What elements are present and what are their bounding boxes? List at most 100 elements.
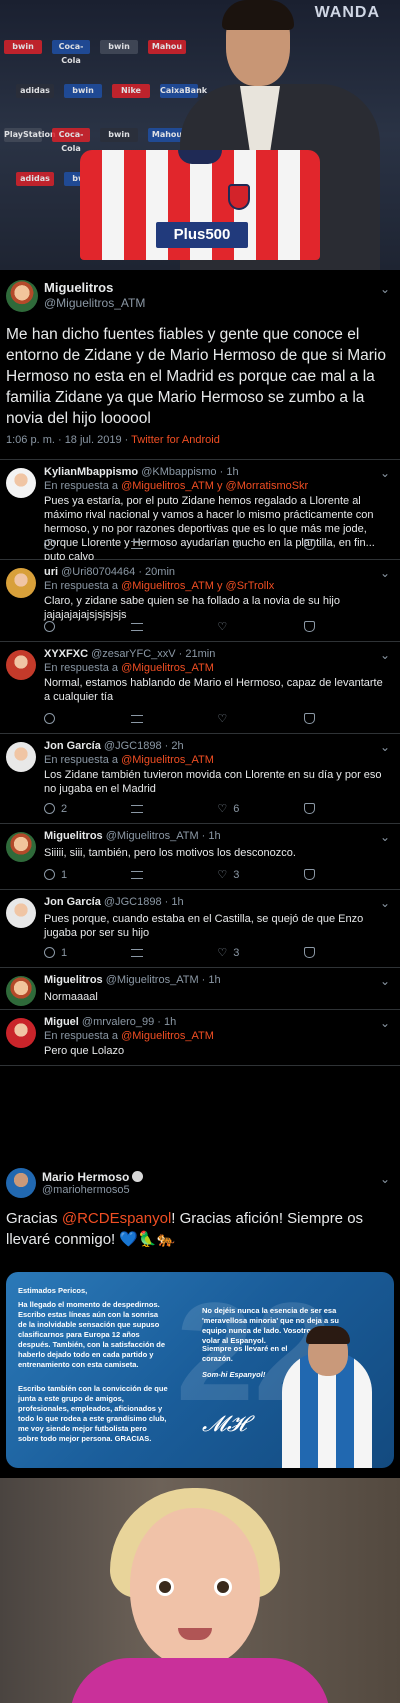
like-button[interactable]: ♡ bbox=[217, 620, 247, 633]
retweet-button[interactable] bbox=[130, 868, 161, 881]
chevron-down-icon[interactable]: ⌄ bbox=[380, 896, 390, 910]
reply-button[interactable] bbox=[44, 620, 74, 633]
share-button[interactable] bbox=[303, 538, 334, 551]
chevron-down-icon[interactable]: ⌄ bbox=[380, 566, 390, 580]
share-button[interactable] bbox=[303, 868, 334, 881]
author-handle[interactable]: @Uri80704464 · 20min bbox=[61, 566, 175, 578]
reply-tweet[interactable]: Miguel @mrvalero_99 · 1h ⌄ En respuesta a… bbox=[0, 1010, 400, 1066]
letter-paragraph: Siempre os llevaré en el corazón. bbox=[202, 1344, 288, 1363]
avatar[interactable] bbox=[6, 898, 36, 928]
share-button[interactable] bbox=[303, 620, 334, 633]
reply-text: Pero que Lolazo bbox=[44, 1045, 125, 1057]
reply-to-label: En respuesta a bbox=[44, 1030, 122, 1042]
mention-link[interactable]: @RCDEspanyol bbox=[62, 1210, 171, 1227]
author-name[interactable]: uri bbox=[44, 566, 58, 578]
share-button[interactable] bbox=[303, 946, 334, 959]
avatar[interactable] bbox=[6, 650, 36, 680]
chevron-down-icon[interactable]: ⌄ bbox=[380, 466, 390, 480]
retweet-button[interactable] bbox=[130, 946, 161, 959]
like-button[interactable]: ♡ 3 bbox=[217, 538, 247, 552]
like-button[interactable]: ♡ 6 bbox=[217, 802, 247, 816]
author-handle[interactable]: @JGC1898 · 1h bbox=[104, 896, 184, 908]
avatar[interactable] bbox=[6, 742, 36, 772]
share-icon bbox=[303, 947, 315, 958]
author-handle[interactable]: @mariohermoso5 bbox=[42, 1184, 130, 1196]
mention-link[interactable]: @Miguelitros_ATM y @SrTrollx bbox=[121, 580, 274, 592]
reply-to-label: En respuesta a bbox=[44, 480, 122, 492]
author-handle[interactable]: @Miguelitros_ATM · 1h bbox=[106, 830, 221, 842]
chevron-down-icon[interactable]: ⌄ bbox=[380, 282, 390, 296]
like-count: 6 bbox=[233, 802, 240, 815]
author-name[interactable]: XYXFXC bbox=[44, 648, 88, 660]
tweet-actions: ♡ bbox=[44, 712, 334, 725]
reply-tweet[interactable]: uri @Uri80704464 · 20min ⌄ En respuesta a… bbox=[0, 560, 400, 642]
reply-icon bbox=[44, 713, 55, 724]
retweet-button[interactable] bbox=[130, 620, 161, 633]
author-name[interactable]: KylianMbappismo bbox=[44, 466, 138, 478]
chevron-down-icon[interactable]: ⌄ bbox=[380, 740, 390, 754]
chevron-down-icon[interactable]: ⌄ bbox=[380, 1172, 390, 1186]
retweet-button[interactable] bbox=[130, 802, 161, 815]
author-name[interactable]: Miguel bbox=[44, 1016, 79, 1028]
author-handle[interactable]: @Miguelitros_ATM · 1h bbox=[106, 974, 221, 986]
reply-to: En respuesta a @Miguelitros_ATM bbox=[44, 754, 214, 766]
share-button[interactable] bbox=[303, 802, 334, 815]
chevron-down-icon[interactable]: ⌄ bbox=[380, 648, 390, 662]
tweet-source[interactable]: Twitter for Android bbox=[131, 434, 220, 446]
reply-tweet[interactable]: Jon García @JGC1898 · 2h ⌄ En respuesta a… bbox=[0, 734, 400, 824]
reply-tweet[interactable]: Miguelitros @Miguelitros_ATM · 1h ⌄ Norma… bbox=[0, 968, 400, 1010]
chevron-down-icon[interactable]: ⌄ bbox=[380, 830, 390, 844]
reply-button[interactable] bbox=[44, 712, 74, 725]
farewell-letter-image[interactable]: 22 Estimados Pericos, Ha llegado el mome… bbox=[6, 1272, 394, 1468]
girl-jacket bbox=[70, 1658, 330, 1703]
author-name[interactable]: Miguelitros bbox=[44, 830, 103, 842]
author-handle[interactable]: @JGC1898 · 2h bbox=[104, 740, 184, 752]
author-name[interactable]: Mario Hermoso bbox=[42, 1170, 144, 1184]
reply-to: En respuesta a @Miguelitros_ATM bbox=[44, 662, 214, 674]
reply-button[interactable] bbox=[44, 538, 74, 551]
reply-button[interactable]: 1 bbox=[44, 868, 74, 881]
author-handle[interactable]: @mrvalero_99 · 1h bbox=[82, 1016, 176, 1028]
author-name[interactable]: Miguelitros bbox=[44, 974, 103, 986]
reply-button[interactable]: 1 bbox=[44, 946, 74, 959]
like-button[interactable]: ♡ 3 bbox=[217, 946, 247, 960]
tweet-time: 1:06 p. m. · 18 jul. 2019 · bbox=[6, 434, 132, 446]
chevron-down-icon[interactable]: ⌄ bbox=[380, 974, 390, 988]
avatar[interactable] bbox=[6, 280, 38, 312]
mention-link[interactable]: @Miguelitros_ATM y @MorratismoSkr bbox=[121, 480, 308, 492]
mention-link[interactable]: @Miguelitros_ATM bbox=[121, 1030, 214, 1042]
avatar[interactable] bbox=[6, 832, 36, 862]
mention-link[interactable]: @Miguelitros_ATM bbox=[121, 662, 214, 674]
player-hair bbox=[222, 0, 294, 30]
like-button[interactable]: ♡ bbox=[217, 712, 247, 725]
like-button[interactable]: ♡ 3 bbox=[217, 868, 247, 882]
avatar[interactable] bbox=[6, 1168, 36, 1198]
author-handle[interactable]: @zesarYFC_xxV · 21min bbox=[91, 648, 215, 660]
author-name[interactable]: Miguelitros bbox=[44, 280, 113, 295]
avatar[interactable] bbox=[6, 468, 36, 498]
avatar[interactable] bbox=[6, 1018, 36, 1048]
author-name[interactable]: Jon García bbox=[44, 740, 101, 752]
embedded-tweet[interactable]: Mario Hermoso @mariohermoso5 ⌄ Gracias @… bbox=[0, 1160, 400, 1470]
retweet-button[interactable] bbox=[130, 538, 161, 551]
author-name[interactable]: Jon García bbox=[44, 896, 101, 908]
author-handle[interactable]: @KMbappismo · 1h bbox=[141, 466, 238, 478]
main-tweet[interactable]: Miguelitros @Miguelitros_ATM ⌄ Me han di… bbox=[0, 270, 400, 460]
avatar[interactable] bbox=[6, 568, 36, 598]
reply-tweet[interactable]: KylianMbappismo @KMbappismo · 1h ⌄ En res… bbox=[0, 460, 400, 563]
share-button[interactable] bbox=[303, 712, 334, 725]
reply-text: Normaaaal bbox=[44, 991, 98, 1003]
chevron-down-icon[interactable]: ⌄ bbox=[380, 1016, 390, 1030]
avatar[interactable] bbox=[6, 976, 36, 1006]
reply-button[interactable]: 2 bbox=[44, 802, 74, 815]
reply-tweet[interactable]: XYXFXC @zesarYFC_xxV · 21min ⌄ En respues… bbox=[0, 642, 400, 734]
retweet-button[interactable] bbox=[130, 712, 161, 725]
mention-link[interactable]: @Miguelitros_ATM bbox=[121, 754, 214, 766]
reply-tweet[interactable]: Miguelitros @Miguelitros_ATM · 1h ⌄ Siiii… bbox=[0, 824, 400, 890]
author-handle[interactable]: @Miguelitros_ATM bbox=[44, 296, 145, 310]
reply-text: Pues ya estaría, por el puto Zidane hemo… bbox=[44, 495, 375, 563]
reply-tweet[interactable]: Jon García @JGC1898 · 1h ⌄ Pues porque, c… bbox=[0, 890, 400, 968]
author-name-text: Mario Hermoso bbox=[42, 1170, 130, 1184]
share-icon bbox=[303, 803, 315, 814]
tweet-actions: ♡ 3 bbox=[44, 538, 334, 551]
